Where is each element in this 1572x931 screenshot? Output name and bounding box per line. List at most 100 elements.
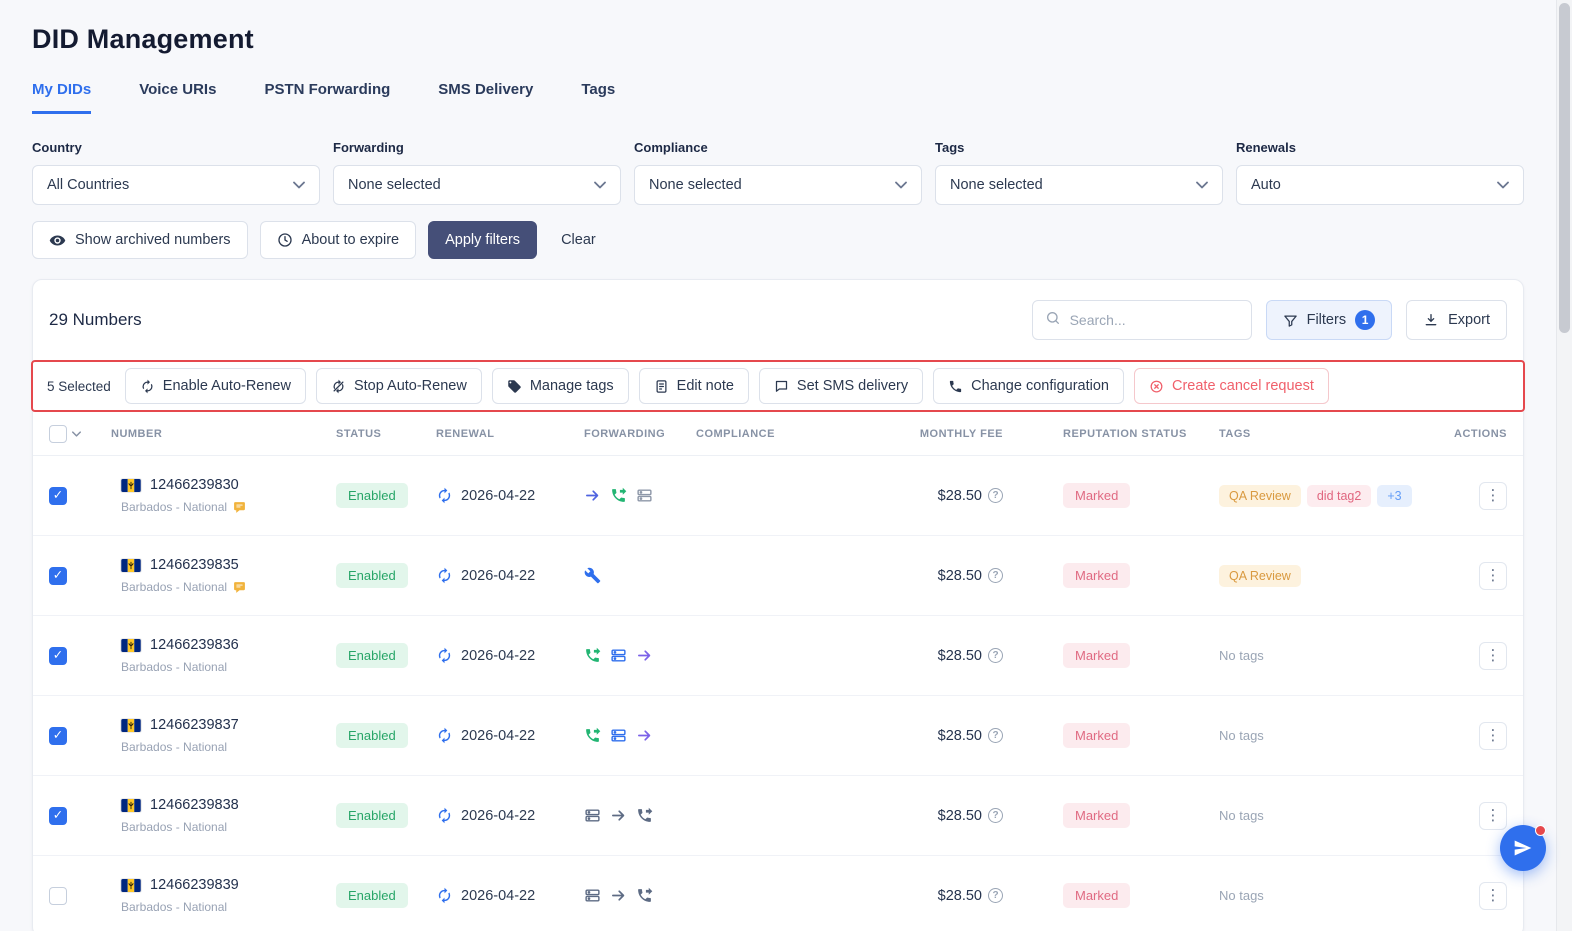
renewals-select-value: Auto xyxy=(1251,177,1281,193)
row-actions-button[interactable]: ⋮ xyxy=(1479,721,1507,750)
status-badge: Enabled xyxy=(336,643,408,668)
tag-badge[interactable]: QA Review xyxy=(1219,484,1301,507)
fee-info-icon[interactable]: ? xyxy=(988,808,1003,823)
scrollbar-thumb[interactable] xyxy=(1559,3,1570,333)
tag-badge[interactable]: +3 xyxy=(1377,484,1412,507)
arrow-right-icon xyxy=(610,807,627,824)
edit-note-label: Edit note xyxy=(676,378,734,394)
row-actions-button[interactable]: ⋮ xyxy=(1479,641,1507,670)
show-archived-label: Show archived numbers xyxy=(75,232,231,248)
fee-info-icon[interactable]: ? xyxy=(988,728,1003,743)
tag-badge[interactable]: did tag2 xyxy=(1306,484,1372,507)
number-cell: 12466239837 Barbados - National xyxy=(111,717,336,754)
did-number[interactable]: 12466239830 xyxy=(150,477,239,493)
clock-icon xyxy=(277,232,293,248)
enable-auto-renew-button[interactable]: Enable Auto-Renew xyxy=(124,368,306,404)
tags-select[interactable]: None selected xyxy=(935,165,1223,205)
tab-tags[interactable]: Tags xyxy=(581,81,615,114)
row-select-cell xyxy=(33,566,111,585)
monthly-fee: $28.50 xyxy=(937,647,982,664)
show-archived-button[interactable]: Show archived numbers xyxy=(32,221,248,259)
server-icon xyxy=(610,727,627,744)
row-actions-button[interactable]: ⋮ xyxy=(1479,561,1507,590)
tab-sms-delivery[interactable]: SMS Delivery xyxy=(438,81,533,114)
manage-tags-button[interactable]: Manage tags xyxy=(491,368,629,404)
table-row: 12466239830 Barbados - National Enabled … xyxy=(33,456,1523,536)
column-compliance[interactable]: COMPLIANCE xyxy=(696,428,846,440)
monthly-fee: $28.50 xyxy=(937,807,982,824)
server-icon xyxy=(584,887,601,904)
change-configuration-button[interactable]: Change configuration xyxy=(933,368,1124,404)
vertical-scrollbar[interactable] xyxy=(1556,0,1572,931)
column-forwarding[interactable]: FORWARDING xyxy=(584,428,696,440)
about-to-expire-button[interactable]: About to expire xyxy=(259,221,417,259)
filter-country-label: Country xyxy=(32,140,82,155)
create-cancel-request-button[interactable]: Create cancel request xyxy=(1134,368,1329,404)
fee-info-icon[interactable]: ? xyxy=(988,888,1003,903)
row-checkbox[interactable] xyxy=(49,566,67,585)
export-button[interactable]: Export xyxy=(1406,300,1507,340)
row-actions-button[interactable]: ⋮ xyxy=(1479,801,1507,830)
renewal-cell: 2026-04-22 xyxy=(436,487,584,504)
search-icon xyxy=(1045,310,1061,331)
actions-cell: ⋮ xyxy=(1433,641,1523,670)
did-number[interactable]: 12466239837 xyxy=(150,717,239,733)
did-country: Barbados - National xyxy=(121,660,228,674)
fee-cell: $28.50 ? xyxy=(846,728,1021,744)
fee-info-icon[interactable]: ? xyxy=(988,488,1003,503)
column-status[interactable]: STATUS xyxy=(336,428,436,440)
support-fab-button[interactable] xyxy=(1500,825,1546,871)
did-country: Barbados - National xyxy=(121,500,228,514)
barbados-flag-icon xyxy=(121,558,141,572)
fee-info-icon[interactable]: ? xyxy=(988,648,1003,663)
edit-note-button[interactable]: Edit note xyxy=(638,368,749,404)
country-select[interactable]: All Countries xyxy=(32,165,320,205)
wrench-icon xyxy=(584,567,601,584)
row-checkbox[interactable] xyxy=(49,886,67,905)
search-input[interactable] xyxy=(1069,312,1239,328)
apply-filters-button[interactable]: Apply filters xyxy=(428,221,538,259)
tag-icon xyxy=(507,379,522,394)
tab-my-dids[interactable]: My DIDs xyxy=(32,81,92,114)
did-number[interactable]: 12466239836 xyxy=(150,637,239,653)
renewal-date: 2026-04-22 xyxy=(461,487,536,504)
column-number[interactable]: NUMBER xyxy=(111,428,336,440)
row-actions-button[interactable]: ⋮ xyxy=(1479,481,1507,510)
note-icon[interactable] xyxy=(233,581,246,594)
did-number[interactable]: 12466239838 xyxy=(150,797,239,813)
column-tags[interactable]: TAGS xyxy=(1203,428,1433,440)
status-cell: Enabled xyxy=(336,883,436,908)
auto-renew-icon xyxy=(436,567,453,584)
row-checkbox[interactable] xyxy=(49,486,67,505)
arrow-right-icon xyxy=(636,727,653,744)
did-number[interactable]: 12466239835 xyxy=(150,557,239,573)
arrow-right-icon xyxy=(636,647,653,664)
tab-pstn-forwarding[interactable]: PSTN Forwarding xyxy=(264,81,390,114)
row-select-cell xyxy=(33,646,111,665)
stop-auto-renew-button[interactable]: Stop Auto-Renew xyxy=(315,368,482,404)
select-all-cell xyxy=(33,424,111,443)
row-checkbox[interactable] xyxy=(49,806,67,825)
selection-menu-chevron-icon[interactable] xyxy=(72,430,81,437)
renewals-select[interactable]: Auto xyxy=(1236,165,1524,205)
row-actions-button[interactable]: ⋮ xyxy=(1479,881,1507,910)
select-all-checkbox[interactable] xyxy=(49,424,67,443)
renewal-cell: 2026-04-22 xyxy=(436,727,584,744)
forwarding-select[interactable]: None selected xyxy=(333,165,621,205)
tab-voice-uris[interactable]: Voice URIs xyxy=(139,81,216,114)
note-icon[interactable] xyxy=(233,501,246,514)
did-number[interactable]: 12466239839 xyxy=(150,877,239,893)
column-reputation-status[interactable]: REPUTATION STATUS xyxy=(1021,428,1203,440)
fee-info-icon[interactable]: ? xyxy=(988,568,1003,583)
row-checkbox[interactable] xyxy=(49,646,67,665)
row-checkbox[interactable] xyxy=(49,726,67,745)
compliance-select[interactable]: None selected xyxy=(634,165,922,205)
filter-compliance-label: Compliance xyxy=(634,140,708,155)
column-renewal[interactable]: RENEWAL xyxy=(436,428,584,440)
tag-badge[interactable]: QA Review xyxy=(1219,564,1301,587)
monthly-fee: $28.50 xyxy=(937,727,982,744)
filters-button[interactable]: Filters 1 xyxy=(1265,300,1393,340)
set-sms-delivery-button[interactable]: Set SMS delivery xyxy=(758,368,924,404)
column-monthly-fee[interactable]: MONTHLY FEE xyxy=(846,428,1021,440)
clear-filters-button[interactable]: Clear xyxy=(561,232,596,248)
